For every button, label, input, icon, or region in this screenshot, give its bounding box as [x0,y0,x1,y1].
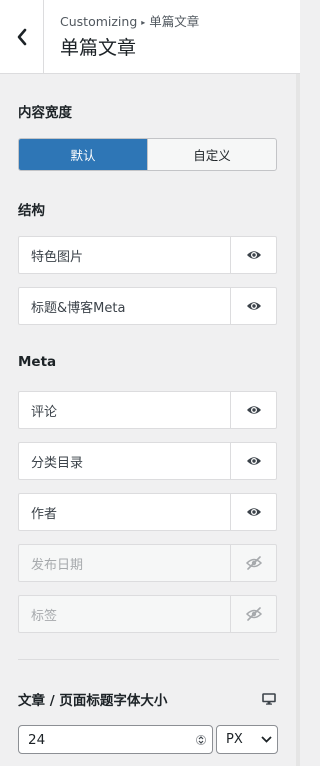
content-width-label: 内容宽度 [18,105,72,121]
meta-label: Meta [18,354,57,370]
visibility-toggle[interactable] [230,494,276,530]
stepper-arrows-icon [196,734,206,745]
meta-item-label: 标签 [31,608,58,624]
visibility-toggle[interactable] [230,392,276,428]
breadcrumb-current: 单篇文章 [149,14,200,29]
header-text: Customizing ▸ 单篇文章 单篇文章 [60,14,199,60]
meta-item-comments[interactable]: 评论 [18,391,277,429]
visibility-toggle[interactable] [230,443,276,479]
structure-item-title-meta[interactable]: 标题&博客Meta [18,287,277,325]
eye-slash-icon [245,607,262,621]
meta-item-publish-date[interactable]: 发布日期 [18,544,277,582]
font-size-unit-value: PX [226,732,243,747]
customizer-header: Customizing ▸ 单篇文章 单篇文章 [0,0,300,74]
meta-item-categories[interactable]: 分类目录 [18,442,277,480]
visibility-toggle[interactable] [230,596,276,632]
meta-item-author[interactable]: 作者 [18,493,277,531]
page-title: 单篇文章 [60,37,137,59]
breadcrumb-root: Customizing [60,14,138,29]
structure-item-featured-image[interactable]: 特色图片 [18,236,277,274]
section-divider [18,659,279,660]
meta-item-label: 评论 [31,404,58,420]
font-size-unit-select[interactable]: PX [216,725,278,754]
structure-item-label: 特色图片 [31,249,84,265]
device-switcher[interactable] [262,690,276,709]
eye-icon [246,251,261,259]
chevron-left-icon [17,28,26,46]
visibility-toggle[interactable] [230,545,276,581]
meta-item-label: 作者 [31,506,58,522]
breadcrumb-separator: ▸ [141,18,146,27]
number-stepper[interactable] [190,733,212,747]
content-width-option-default[interactable]: 默认 [19,139,148,170]
meta-item-label: 分类目录 [31,455,84,471]
visibility-toggle[interactable] [230,237,276,273]
chevron-down-icon [255,736,277,743]
content-width-option-custom[interactable]: 自定义 [148,139,276,170]
meta-item-tags[interactable]: 标签 [18,595,277,633]
breadcrumb: Customizing ▸ 单篇文章 [60,14,199,31]
eye-icon [246,406,261,414]
scrollbar[interactable] [296,74,300,766]
structure-label: 结构 [18,203,45,219]
eye-icon [246,508,261,516]
visibility-toggle[interactable] [230,288,276,324]
structure-item-label: 标题&博客Meta [31,300,126,316]
title-font-size-label: 文章 / 页面标题字体大小 [18,693,168,709]
eye-slash-icon [245,556,262,570]
content-width-segmented-control: 默认 自定义 [18,138,277,171]
meta-item-label: 发布日期 [31,557,84,573]
eye-icon [246,457,261,465]
back-button[interactable] [0,0,44,74]
font-size-value: 24 [28,731,46,748]
eye-icon [246,302,261,310]
font-size-input[interactable]: 24 [18,725,213,754]
desktop-icon [262,693,276,705]
